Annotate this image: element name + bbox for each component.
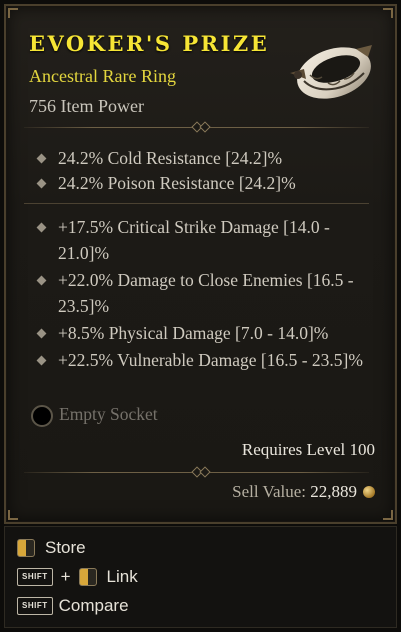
store-label: Store	[45, 538, 86, 557]
affix: +17.5% Critical Strike Damage [14.0 - 21…	[36, 214, 378, 266]
item-name: EVOKER'S PRIZE	[29, 31, 270, 56]
implicit-affix: 24.2% Cold Resistance [24.2]%	[36, 145, 378, 171]
sell-amount: 22,889	[310, 482, 357, 501]
affix: +8.5% Physical Damage [7.0 - 14.0]%	[36, 320, 378, 346]
compare-action[interactable]: SHIFT Compare	[17, 596, 129, 616]
empty-socket-icon	[31, 405, 53, 427]
ring-icon	[290, 45, 372, 99]
shift-key-icon: SHIFT	[17, 568, 53, 586]
action-hints: Store SHIFT + Link SHIFT Compare	[4, 526, 397, 628]
implicit-affix: 24.2% Poison Resistance [24.2]%	[36, 170, 378, 196]
affix: +22.5% Vulnerable Damage [16.5 - 23.5]%	[36, 347, 378, 373]
frame-corner	[8, 8, 18, 18]
item-type: Ancestral Rare Ring	[29, 66, 176, 86]
compare-label: Compare	[58, 596, 129, 615]
sell-value: Sell Value: 22,889	[232, 482, 375, 502]
frame-corner	[383, 8, 393, 18]
divider	[24, 198, 369, 210]
link-action[interactable]: SHIFT + Link	[17, 567, 138, 587]
gold-coin-icon	[363, 486, 375, 498]
socket-label: Empty Socket	[59, 404, 158, 424]
item-power: 756 Item Power	[29, 96, 144, 116]
left-click-mouse-icon	[17, 539, 35, 557]
affix: +22.0% Damage to Close Enemies [16.5 - 2…	[36, 267, 378, 319]
frame-corner	[8, 510, 18, 520]
shift-key-icon: SHIFT	[17, 597, 53, 615]
store-action[interactable]: Store	[17, 538, 86, 558]
ornament-divider	[24, 121, 369, 134]
ornament-divider	[24, 466, 369, 479]
left-click-mouse-icon	[78, 568, 97, 586]
link-label: Link	[106, 567, 138, 586]
frame-corner	[383, 510, 393, 520]
sell-label: Sell Value:	[232, 482, 306, 501]
plus-sign: +	[60, 567, 71, 586]
level-requirement: Requires Level 100	[241, 440, 375, 459]
